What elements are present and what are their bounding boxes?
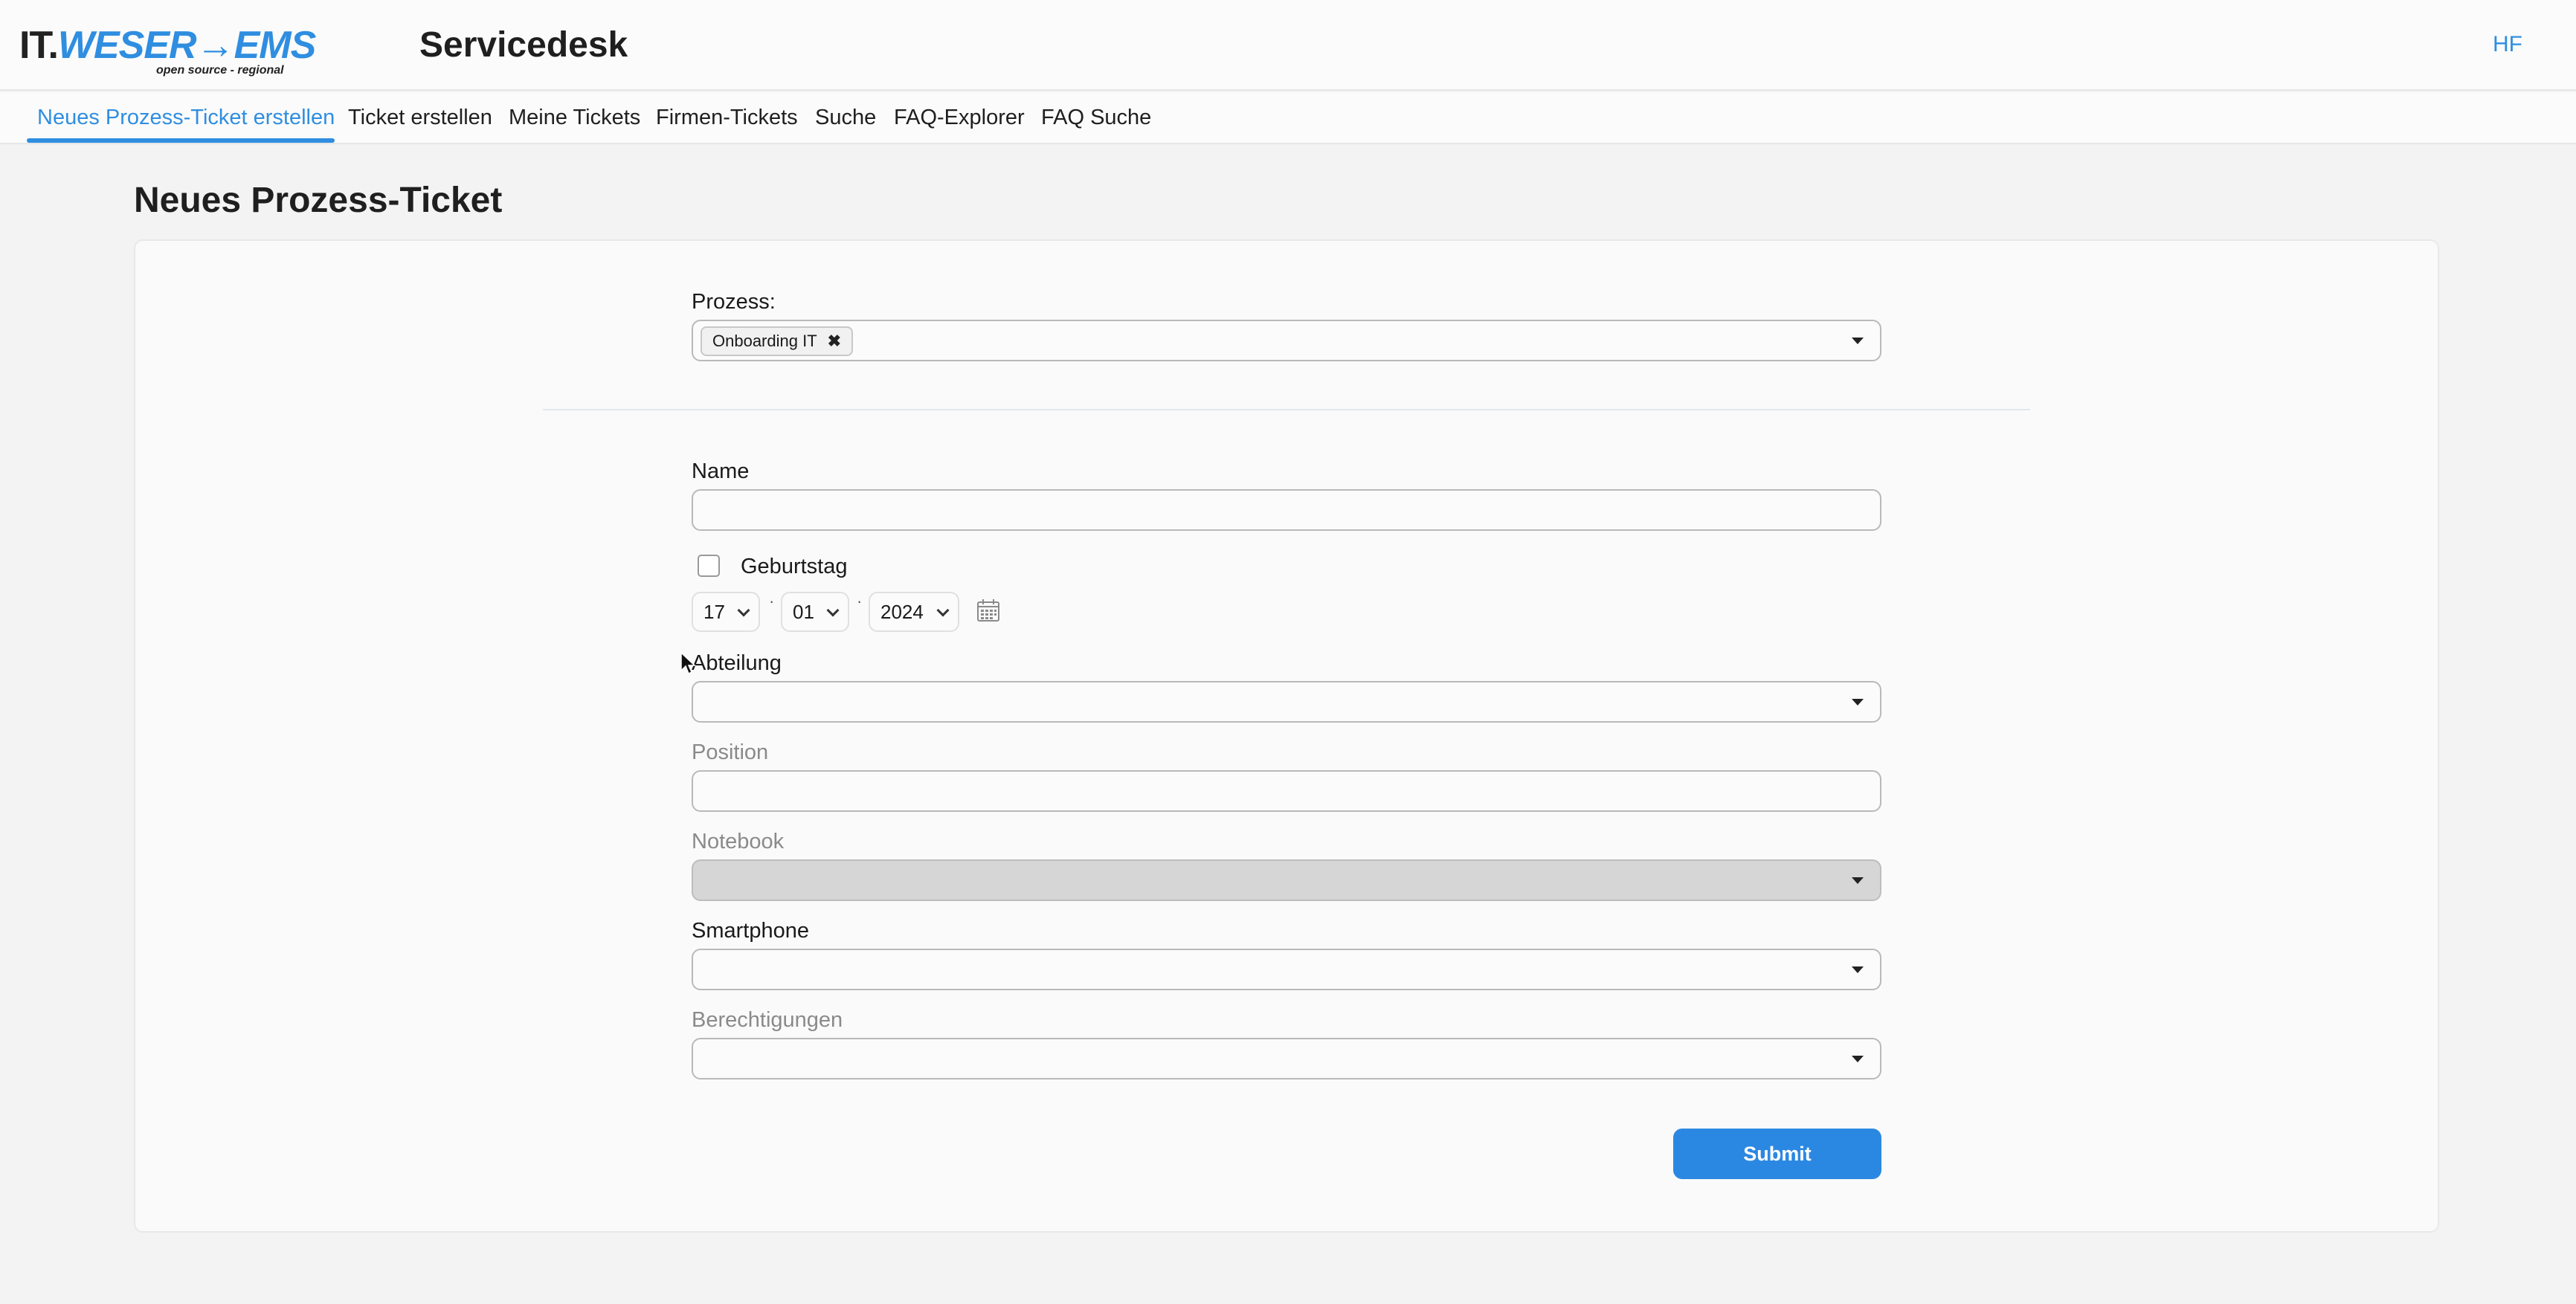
app-title: Servicedesk (419, 25, 628, 65)
submit-button[interactable]: Submit (1673, 1129, 1881, 1179)
birthday-label: Geburtstag (741, 555, 848, 578)
page-title: Neues Prozess-Ticket (134, 181, 503, 220)
active-tab-indicator (27, 138, 335, 143)
tab-faq-search[interactable]: FAQ Suche (1041, 104, 1151, 131)
date-separator: · (857, 592, 863, 610)
birthday-year-select[interactable]: 2024 (869, 592, 959, 632)
chevron-down-icon (1852, 966, 1864, 973)
chevron-down-icon (1852, 338, 1864, 344)
logo-tagline: open source - regional (156, 64, 284, 77)
app-header: IT.WESER→EMS open source - regional Serv… (0, 0, 2576, 91)
form-card (134, 239, 2439, 1233)
birthday-day-select[interactable]: 17 (692, 592, 760, 632)
department-select[interactable] (692, 681, 1881, 723)
calendar-icon[interactable] (976, 598, 1001, 623)
mouse-cursor-icon (680, 651, 696, 675)
tab-company-tickets[interactable]: Firmen-Tickets (656, 104, 798, 131)
name-input[interactable] (692, 489, 1881, 531)
department-label: Abteilung (692, 651, 782, 675)
birthday-checkbox[interactable] (698, 555, 720, 577)
process-label: Prozess: (692, 290, 776, 314)
permissions-select[interactable] (692, 1038, 1881, 1079)
chevron-down-icon (1852, 699, 1864, 706)
smartphone-label: Smartphone (692, 919, 809, 943)
birthday-day-value: 17 (703, 601, 725, 623)
tab-my-tickets[interactable]: Meine Tickets (509, 104, 640, 131)
notebook-label: Notebook (692, 830, 785, 853)
tab-faq-explorer[interactable]: FAQ-Explorer (894, 104, 1025, 131)
chevron-down-icon (936, 604, 950, 617)
tab-new-process-ticket[interactable]: Neues Prozess-Ticket erstellen (37, 104, 335, 131)
process-chip: Onboarding IT ✖ (701, 326, 854, 356)
main-nav: Neues Prozess-Ticket erstellen Ticket er… (0, 92, 2576, 144)
chevron-down-icon (1852, 1056, 1864, 1062)
company-logo[interactable]: IT.WESER→EMS open source - regional (19, 22, 316, 82)
position-label: Position (692, 740, 769, 764)
date-separator: · (769, 592, 775, 610)
position-input[interactable] (692, 770, 1881, 812)
permissions-label: Berechtigungen (692, 1008, 843, 1032)
user-avatar[interactable]: HF (2493, 30, 2522, 59)
birthday-month-value: 01 (793, 601, 814, 623)
birthday-year-value: 2024 (880, 601, 924, 623)
process-select[interactable]: Onboarding IT ✖ (692, 320, 1881, 361)
tab-search[interactable]: Suche (815, 104, 876, 131)
smartphone-select[interactable] (692, 949, 1881, 990)
tab-create-ticket[interactable]: Ticket erstellen (348, 104, 492, 131)
notebook-select (692, 859, 1881, 901)
chevron-down-icon (737, 604, 750, 617)
logo-prefix: IT. (19, 24, 59, 67)
chevron-down-icon (1852, 877, 1864, 884)
birthday-month-select[interactable]: 01 (781, 592, 849, 632)
process-chip-label: Onboarding IT (712, 332, 817, 350)
remove-chip-icon[interactable]: ✖ (828, 328, 841, 355)
section-divider (543, 409, 2030, 410)
logo-brand: WESER→EMS (57, 24, 316, 67)
chevron-down-icon (826, 604, 840, 617)
name-label: Name (692, 459, 750, 483)
